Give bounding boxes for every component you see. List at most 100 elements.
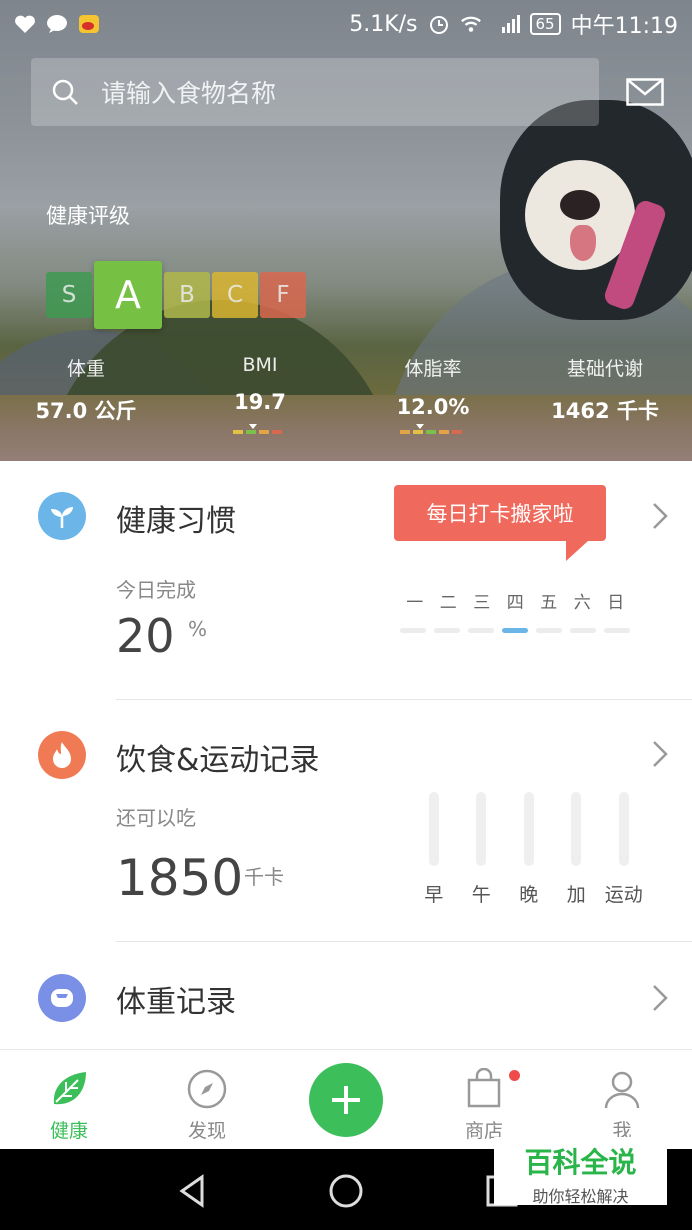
grade-f: F <box>260 272 306 318</box>
day-bar <box>468 628 494 633</box>
day-bar <box>536 628 562 633</box>
grade-s: S <box>46 272 92 318</box>
health-heart-icon <box>14 14 36 34</box>
meal-snack[interactable]: 加 <box>553 792 601 907</box>
search-icon <box>52 79 78 105</box>
body-fat-meter <box>400 424 462 434</box>
home-icon[interactable] <box>326 1171 366 1211</box>
nav-label: 发现 <box>187 1120 226 1142</box>
watermark-subtitle: 助你轻松解决 <box>532 1187 629 1206</box>
signal-icon <box>492 14 520 34</box>
remaining-label: 还可以吃 <box>116 806 196 830</box>
flame-icon <box>38 731 86 779</box>
clock: 中午11:19 <box>570 14 678 39</box>
body-stats: 体重 57.0 公斤 BMI 19.7 体脂率 12.0% 基础代谢 1462 … <box>0 354 692 434</box>
health-rating-title: 健康评级 <box>46 204 130 228</box>
checkin-tooltip[interactable]: 每日打卡搬家啦 <box>394 485 606 561</box>
app-screen: 5.1K/s 65 中午11:19 请输入食物名称 健康评级 S A B C F <box>0 0 692 1230</box>
back-icon[interactable] <box>172 1171 212 1211</box>
alarm-icon <box>428 14 450 34</box>
battery-indicator: 65 <box>529 13 561 35</box>
mail-icon[interactable] <box>626 78 664 106</box>
nav-discover[interactable]: 发现 <box>157 1068 257 1143</box>
day-bar <box>434 628 460 633</box>
bmi-meter <box>233 424 282 434</box>
habits-title: 健康习惯 <box>116 504 236 539</box>
watermark: 百科全说 助你轻松解决 <box>494 1137 667 1206</box>
bottom-nav: 健康 发现 商店 我 <box>0 1049 692 1149</box>
wifi-icon <box>460 14 482 34</box>
meal-label: 加 <box>566 884 586 906</box>
grade-b: B <box>164 272 210 318</box>
nav-me[interactable]: 我 <box>572 1068 672 1143</box>
day-label: 一 <box>406 593 424 613</box>
today-complete-label: 今日完成 <box>116 578 196 602</box>
chevron-right-icon[interactable] <box>650 501 670 531</box>
stat-weight[interactable]: 体重 57.0 公斤 <box>11 354 161 425</box>
nav-health[interactable]: 健康 <box>19 1068 119 1143</box>
weight-record-card[interactable]: 体重记录 <box>0 943 692 1049</box>
meal-label: 运动 <box>604 884 643 906</box>
calories-unit: 千卡 <box>244 865 284 889</box>
sprout-icon <box>38 492 86 540</box>
stat-body-fat[interactable]: 体脂率 12.0% <box>358 354 508 419</box>
meal-breakfast[interactable]: 早 <box>410 792 458 907</box>
notification-dot <box>509 1070 520 1081</box>
stat-label: BMI <box>242 354 278 376</box>
meal-exercise[interactable]: 运动 <box>600 792 648 907</box>
search-input[interactable]: 请输入食物名称 <box>31 58 599 126</box>
day-bar <box>400 628 426 633</box>
weibo-icon <box>78 14 100 34</box>
meal-bars: 早 午 晚 加 运动 <box>410 792 648 907</box>
chat-bubble-icon <box>46 14 68 34</box>
shopping-bag-icon <box>463 1068 505 1110</box>
health-rating-grades[interactable]: S A B C F <box>46 260 308 330</box>
scale-icon <box>38 974 86 1022</box>
weight-title: 体重记录 <box>116 985 236 1020</box>
status-bar: 5.1K/s 65 中午11:19 <box>0 0 692 48</box>
watermark-title: 百科全说 <box>524 1146 637 1179</box>
plus-icon <box>332 1086 360 1114</box>
stat-label: 体重 <box>66 358 105 380</box>
day-label: 六 <box>573 593 591 613</box>
week-days: 一 二 三 四 五 六 日 <box>398 588 633 613</box>
stat-value: 12.0% <box>396 395 470 419</box>
day-label: 日 <box>607 593 625 613</box>
nav-label: 健康 <box>49 1120 88 1142</box>
search-placeholder: 请输入食物名称 <box>101 79 277 108</box>
grade-a: A <box>94 261 162 329</box>
day-label: 三 <box>473 593 491 613</box>
day-label: 四 <box>506 593 524 613</box>
stat-value: 1462 千卡 <box>551 399 659 423</box>
nav-store[interactable]: 商店 <box>434 1068 534 1143</box>
day-bar-current <box>502 628 528 633</box>
meal-label: 午 <box>471 884 491 906</box>
diet-title: 饮食&运动记录 <box>116 743 320 778</box>
today-percent: 20 <box>116 609 175 663</box>
user-icon <box>601 1068 643 1110</box>
compass-icon <box>186 1068 228 1110</box>
stat-label: 基础代谢 <box>566 358 643 380</box>
chevron-right-icon[interactable] <box>650 983 670 1013</box>
chevron-right-icon[interactable] <box>650 739 670 769</box>
stat-value: 57.0 公斤 <box>35 399 137 423</box>
stat-label: 体脂率 <box>404 358 462 380</box>
day-bar <box>570 628 596 633</box>
day-bar <box>604 628 630 633</box>
percent-unit: % <box>188 617 208 641</box>
add-record-button[interactable] <box>309 1063 383 1137</box>
week-progress-bars <box>400 628 630 633</box>
stat-value: 19.7 <box>234 390 286 414</box>
meal-lunch[interactable]: 午 <box>458 792 506 907</box>
day-label: 二 <box>439 593 457 613</box>
stat-bmi[interactable]: BMI 19.7 <box>185 354 335 414</box>
grade-c: C <box>212 272 258 318</box>
remaining-calories: 1850 <box>116 849 244 907</box>
network-speed: 5.1K/s <box>349 11 418 37</box>
meal-label: 晚 <box>519 884 539 906</box>
meal-dinner[interactable]: 晚 <box>505 792 553 907</box>
stat-bmr[interactable]: 基础代谢 1462 千卡 <box>530 354 680 425</box>
day-label: 五 <box>540 593 558 613</box>
leaf-icon <box>48 1068 90 1110</box>
meal-label: 早 <box>424 884 444 906</box>
